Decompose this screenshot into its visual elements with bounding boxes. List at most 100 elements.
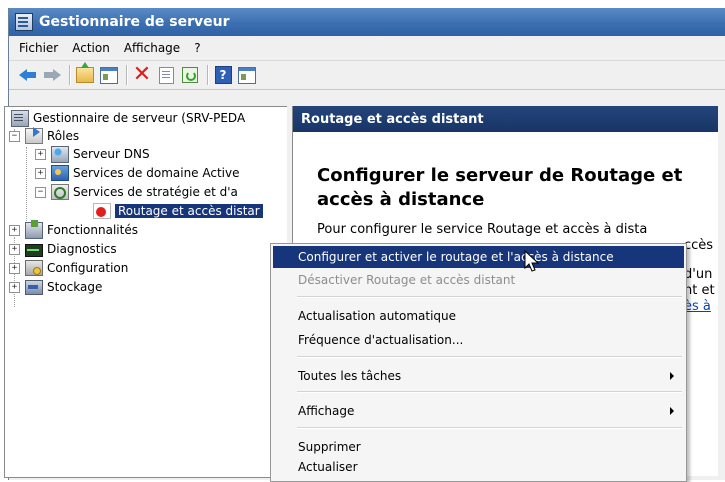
menu-item-refresh[interactable]: Actualiser: [273, 456, 684, 478]
delete-icon: ✕: [132, 62, 152, 87]
menu-fichier[interactable]: Fichier: [12, 39, 65, 57]
tree-item-configuration[interactable]: + Configuration: [9, 259, 128, 277]
menu-separator: [297, 391, 682, 393]
tree-connector: [26, 147, 27, 227]
menu-item-label: Fréquence d'actualisation...: [298, 333, 464, 347]
menu-item-label: Désactiver Routage et accès distant: [298, 273, 516, 287]
properties-button[interactable]: [155, 64, 177, 86]
expand-toggle[interactable]: +: [9, 224, 20, 236]
menu-item-view[interactable]: Affichage: [273, 400, 684, 422]
collapse-toggle[interactable]: −: [9, 130, 20, 142]
server-manager-icon: [11, 109, 29, 127]
menu-item-disable: Désactiver Routage et accès distant: [273, 269, 684, 291]
tree-item-dns[interactable]: + Serveur DNS: [35, 145, 150, 163]
configuration-icon: [25, 260, 43, 276]
server-manager-icon: [15, 13, 33, 31]
details-text-fragment: d'un: [684, 267, 713, 282]
forward-button[interactable]: [41, 64, 63, 86]
expand-toggle[interactable]: +: [35, 148, 46, 160]
tree-item-routing-remote-access[interactable]: Routage et accès distar: [93, 202, 263, 220]
tree-item-roles[interactable]: − Rôles: [9, 127, 79, 145]
tree-item-label: Gestionnaire de serveur (SRV-PEDA: [33, 111, 246, 125]
details-text-fragment: nt et: [684, 283, 715, 298]
tree-item-label: Services de stratégie et d'a: [73, 185, 238, 199]
menu-separator: [297, 296, 682, 298]
help-icon: ?: [214, 66, 232, 84]
submenu-arrow-icon: [670, 372, 674, 380]
back-icon: [19, 69, 37, 81]
details-header: Routage et accès distant: [293, 106, 718, 132]
expand-toggle[interactable]: +: [9, 262, 20, 274]
collapse-toggle[interactable]: −: [35, 186, 46, 198]
menu-item-auto-refresh[interactable]: Actualisation automatique: [273, 305, 684, 327]
tree-item-storage[interactable]: + Stockage: [9, 278, 102, 296]
menu-item-label: Configurer et activer le routage et l'ac…: [298, 250, 614, 264]
expand-toggle[interactable]: +: [9, 243, 20, 255]
toolbar: ✕ ?: [9, 61, 725, 90]
refresh-icon: [182, 67, 198, 83]
tree-item-label: Serveur DNS: [73, 147, 150, 161]
tree-item-label: Diagnostics: [47, 242, 117, 256]
menu-item-all-tasks[interactable]: Toutes les tâches: [273, 365, 684, 387]
toolbar-separator: [207, 65, 208, 85]
tree-item-label: Stockage: [47, 280, 103, 294]
menu-item-configure-enable[interactable]: Configurer et activer le routage et l'ac…: [273, 246, 684, 268]
menu-item-delete[interactable]: Supprimer: [273, 436, 684, 458]
details-title: Configurer le serveur de Routage et accè…: [317, 164, 725, 212]
tree-item-label: Fonctionnalités: [47, 223, 138, 237]
diagnostics-icon: [25, 243, 43, 257]
forward-icon: [43, 69, 61, 81]
dns-server-icon: [51, 145, 69, 163]
show-hide-action-pane-button[interactable]: [236, 64, 258, 86]
menu-item-label: Actualisation automatique: [298, 309, 457, 323]
up-one-level-button[interactable]: [74, 62, 96, 86]
submenu-arrow-icon: [670, 407, 674, 415]
console-tree[interactable]: Gestionnaire de serveur (SRV-PEDA − Rôle…: [4, 106, 288, 478]
menu-item-refresh-frequency[interactable]: Fréquence d'actualisation...: [273, 329, 684, 351]
details-text-fragment: ccès: [684, 238, 714, 253]
tree-item-label: Rôles: [47, 129, 80, 143]
roles-icon: [25, 127, 43, 144]
details-title-line2: accès à distance: [317, 189, 485, 210]
menu-help[interactable]: ?: [187, 39, 207, 57]
toolbar-separator: [126, 65, 127, 85]
tree-item-label-selected: Routage et accès distar: [115, 204, 263, 218]
details-header-title: Routage et accès distant: [301, 111, 484, 127]
menu-affichage[interactable]: Affichage: [117, 39, 187, 57]
tree-item-features[interactable]: + Fonctionnalités: [9, 219, 138, 239]
back-button[interactable]: [17, 64, 39, 86]
help-button[interactable]: ?: [212, 64, 234, 86]
title-bar[interactable]: Gestionnaire de serveur: [9, 8, 725, 36]
routing-remote-access-icon: [93, 203, 111, 219]
refresh-button[interactable]: [179, 64, 201, 86]
menu-action[interactable]: Action: [65, 39, 117, 57]
features-icon: [25, 219, 43, 239]
toolbar-separator: [69, 65, 70, 85]
tree-item-root[interactable]: Gestionnaire de serveur (SRV-PEDA: [11, 109, 245, 127]
mouse-pointer-icon: [524, 250, 540, 272]
up-folder-icon: [76, 62, 94, 83]
window-title: Gestionnaire de serveur: [39, 14, 230, 30]
show-hide-tree-button[interactable]: [98, 64, 120, 86]
menu-item-label: Supprimer: [298, 440, 361, 454]
storage-icon: [25, 279, 43, 295]
properties-icon: [158, 66, 174, 84]
tree-item-diagnostics[interactable]: + Diagnostics: [9, 240, 117, 258]
tree-item-active-directory[interactable]: + Services de domaine Active: [35, 164, 240, 182]
tree-item-label: Services de domaine Active: [73, 166, 240, 180]
menu-separator: [297, 356, 682, 358]
details-title-line1: Configurer le serveur de Routage et: [317, 165, 683, 186]
menu-separator: [297, 427, 682, 429]
tree-item-network-policy[interactable]: − Services de stratégie et d'a: [35, 183, 238, 201]
tree-item-label: Configuration: [47, 261, 129, 275]
delete-button[interactable]: ✕: [131, 64, 153, 86]
network-policy-icon: [51, 184, 69, 200]
show-hide-tree-icon: [100, 66, 118, 84]
details-link[interactable]: ès à: [684, 299, 711, 315]
menu-item-label: Toutes les tâches: [298, 369, 402, 383]
menu-item-label: Actualiser: [298, 460, 358, 474]
expand-toggle[interactable]: +: [9, 281, 20, 293]
menu-bar: Fichier Action Affichage ?: [9, 36, 725, 61]
expand-toggle[interactable]: +: [35, 167, 46, 179]
show-hide-action-pane-icon: [238, 66, 256, 84]
